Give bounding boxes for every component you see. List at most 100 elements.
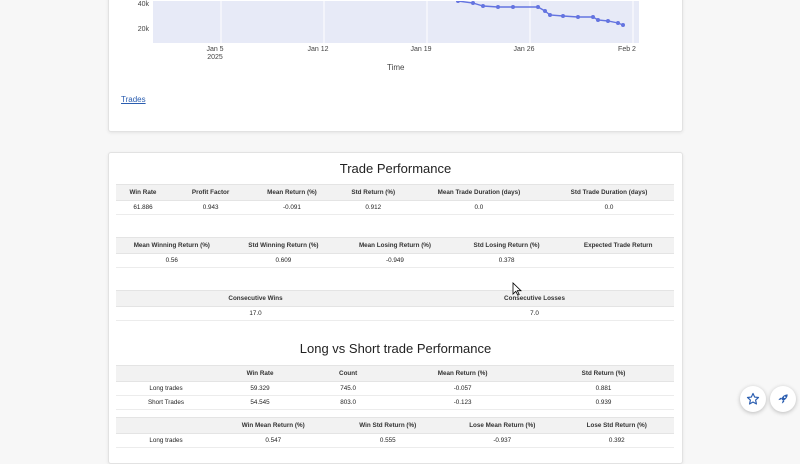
column-header: Mean Losing Return (%): [358, 242, 432, 249]
x-tick-sub: 2025: [207, 54, 223, 61]
trade-performance-title: Trade Performance: [339, 161, 452, 176]
table-row: 0.56 0.609 -0.949 0.378: [116, 254, 674, 268]
column-header: Win Mean Return (%): [241, 422, 305, 429]
table-cell: 0.378: [498, 257, 515, 264]
x-tick-text: Jan 5: [206, 46, 224, 53]
column-header: Win Rate: [129, 189, 157, 196]
table-cell: 59.329: [250, 385, 270, 392]
long-short-detail-table: Win Mean Return (%) Win Std Return (%) L…: [116, 417, 674, 448]
column-header: Expected Trade Return: [583, 242, 653, 249]
table-cell: 0.56: [165, 257, 178, 264]
x-axis-title: Time: [387, 63, 405, 72]
table-header-row: Win Rate Count Mean Return (%) Std Retur…: [116, 365, 674, 382]
column-header: Std Return (%): [351, 189, 396, 196]
equity-point: [591, 15, 595, 19]
favorite-button[interactable]: [740, 386, 766, 412]
trade-stats-table: Win Rate Profit Factor Mean Return (%) S…: [116, 184, 674, 215]
table-cell: -0.091: [283, 204, 301, 211]
table-cell: 0.943: [202, 204, 219, 211]
win-loss-table: Mean Winning Return (%) Std Winning Retu…: [116, 237, 674, 268]
table-row: Long trades 59.329 745.0 -0.057 0.881: [116, 382, 674, 396]
equity-point: [496, 5, 500, 9]
column-header: Win Std Return (%): [359, 422, 417, 429]
equity-point: [576, 15, 580, 19]
table-row: 61.886 0.943 -0.091 0.912 0.0 0.0: [116, 201, 674, 215]
equity-chart-card: 40k 20k Jan 5 2025 Jan 12 Jan 19 Jan 26 …: [108, 0, 683, 132]
table-cell: 7.0: [530, 310, 539, 317]
x-tick-label: Jan 12: [307, 46, 329, 53]
table-cell: 0.912: [365, 204, 382, 211]
x-tick-label: Jan 26: [513, 46, 535, 53]
table-cell: -0.057: [453, 385, 472, 392]
table-cell: Short Trades: [147, 399, 185, 406]
equity-point: [596, 18, 600, 22]
column-header: Consecutive Losses: [504, 295, 565, 302]
table-cell: 0.392: [608, 437, 625, 444]
table-row: Long trades 0.547 0.555 -0.937 0.392: [116, 434, 674, 448]
table-cell: 17.0: [249, 310, 262, 317]
column-header: Mean Return (%): [437, 370, 488, 377]
table-cell: 803.0: [340, 399, 356, 406]
star-icon: [746, 392, 760, 405]
x-tick-label: Jan 19: [410, 46, 432, 53]
table-cell: 54.545: [250, 399, 270, 406]
table-cell: Long trades: [149, 437, 183, 444]
table-header-row: Mean Winning Return (%) Std Winning Retu…: [116, 237, 674, 254]
table-cell: 0.0: [604, 204, 614, 211]
table-cell: 0.0: [474, 204, 484, 211]
table-cell: -0.937: [493, 437, 512, 444]
column-header: Consecutive Wins: [228, 295, 283, 302]
y-tick-label: 20k: [137, 26, 149, 33]
table-cell: -0.949: [386, 257, 404, 264]
x-tick-label: Jan 5 2025: [195, 46, 235, 62]
table-header-row: Win Mean Return (%) Win Std Return (%) L…: [116, 417, 674, 434]
rocket-icon: [778, 394, 788, 404]
column-header: Mean Trade Duration (days): [437, 189, 521, 196]
table-cell: 0.547: [265, 437, 282, 444]
equity-line-svg: [220, 0, 634, 43]
table-row: 17.0 7.0: [116, 307, 674, 321]
equity-point: [621, 23, 625, 27]
table-cell: 0.555: [379, 437, 396, 444]
column-header: Lose Mean Return (%): [469, 422, 536, 429]
equity-point: [606, 19, 610, 23]
mouse-cursor-icon: [512, 282, 522, 296]
equity-point: [616, 21, 620, 25]
equity-point: [471, 1, 475, 5]
table-cell: Long trades: [149, 385, 183, 392]
column-header: Lose Std Return (%): [586, 422, 647, 429]
column-header: Profit Factor: [191, 189, 230, 196]
consecutive-table: Consecutive Wins Consecutive Losses 17.0…: [116, 290, 674, 321]
equity-point: [561, 14, 565, 18]
column-header: Std Winning Return (%): [248, 242, 319, 249]
column-header: Std Trade Duration (days): [570, 189, 648, 196]
long-short-table: Win Rate Count Mean Return (%) Std Retur…: [116, 365, 674, 410]
table-cell: 61.886: [133, 204, 153, 211]
equity-point: [543, 9, 547, 13]
column-header: Win Rate: [246, 370, 274, 377]
equity-point: [536, 5, 540, 9]
equity-point: [481, 4, 485, 8]
plot-area: [153, 0, 639, 43]
equity-point: [456, 0, 460, 3]
column-header: Count: [339, 370, 358, 377]
launch-button[interactable]: [770, 386, 796, 412]
table-cell: 745.0: [340, 385, 356, 392]
table-cell: 0.939: [595, 399, 612, 406]
y-tick-label: 40k: [137, 1, 149, 8]
equity-point: [548, 13, 552, 17]
table-row: Short Trades 54.545 803.0 -0.123 0.939: [116, 396, 674, 410]
table-header-row: Win Rate Profit Factor Mean Return (%) S…: [116, 184, 674, 201]
table-cell: -0.123: [453, 399, 472, 406]
table-cell: 0.881: [595, 385, 612, 392]
column-header: Std Losing Return (%): [473, 242, 540, 249]
table-header-row: Consecutive Wins Consecutive Losses: [116, 290, 674, 307]
column-header: Std Return (%): [581, 370, 626, 377]
equity-point: [511, 5, 515, 9]
x-tick-label: Feb 2: [618, 46, 636, 53]
table-cell: 0.609: [275, 257, 292, 264]
trades-link[interactable]: Trades: [121, 95, 146, 104]
trade-performance-card: Trade Performance Win Rate Profit Factor…: [108, 152, 683, 464]
column-header: Mean Winning Return (%): [133, 242, 210, 249]
column-header: Mean Return (%): [267, 189, 317, 196]
